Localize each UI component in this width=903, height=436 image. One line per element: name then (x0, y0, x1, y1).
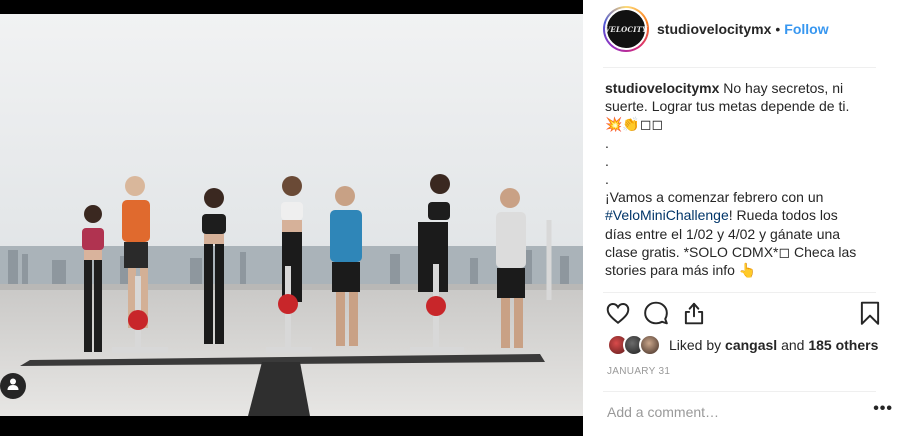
avatar-logo: VELOCITY (605, 8, 647, 50)
bookmark-icon (857, 300, 883, 326)
avatar (639, 334, 661, 356)
post-caption: studiovelocitymx No hay secretos, ni sue… (605, 79, 867, 290)
likes-prefix: Liked by (669, 337, 726, 353)
like-button[interactable] (605, 300, 631, 326)
comment-divider (603, 391, 876, 392)
comment-input[interactable] (607, 404, 873, 420)
share-button[interactable] (681, 300, 707, 326)
more-options-button[interactable]: ••• (873, 401, 893, 420)
likes-others-link[interactable]: 185 others (808, 337, 878, 353)
user-tag-icon (6, 377, 20, 396)
follow-button[interactable]: Follow (784, 21, 828, 37)
likes-summary: Liked by cangasl and 185 others (607, 333, 878, 357)
post-photo[interactable] (0, 14, 583, 416)
post-header: VELOCITY studiovelocitymx • Follow (603, 4, 883, 54)
post-date[interactable]: JANUARY 31 (607, 366, 670, 377)
liker-username[interactable]: cangasl (725, 337, 777, 353)
header-separator: • (775, 21, 781, 37)
comment-row: ••• (607, 401, 893, 421)
profile-avatar[interactable]: VELOCITY (603, 6, 649, 52)
caption-hashtag[interactable]: #VeloMiniChallenge (605, 207, 729, 223)
comment-icon (643, 300, 669, 326)
actions-divider (603, 292, 876, 293)
save-button[interactable] (857, 300, 883, 326)
post-actions (605, 300, 885, 328)
liker-avatars[interactable] (607, 334, 661, 356)
comment-button[interactable] (643, 300, 669, 326)
post-media (0, 0, 583, 436)
photo-illustration (0, 14, 583, 416)
caption-text-part1: No hay secretos, ni suerte. Lograr tus m… (605, 80, 850, 206)
heart-icon (605, 300, 631, 326)
caption-username[interactable]: studiovelocitymx (605, 80, 719, 96)
share-icon (681, 300, 707, 326)
post-info-panel: VELOCITY studiovelocitymx • Follow studi… (583, 0, 903, 436)
header-divider (603, 67, 876, 68)
caption-fade (603, 282, 876, 292)
tagged-users-button[interactable] (0, 373, 26, 399)
likes-text: Liked by cangasl and 185 others (669, 337, 878, 353)
header-username[interactable]: studiovelocitymx (657, 21, 771, 37)
likes-middle: and (777, 337, 809, 353)
